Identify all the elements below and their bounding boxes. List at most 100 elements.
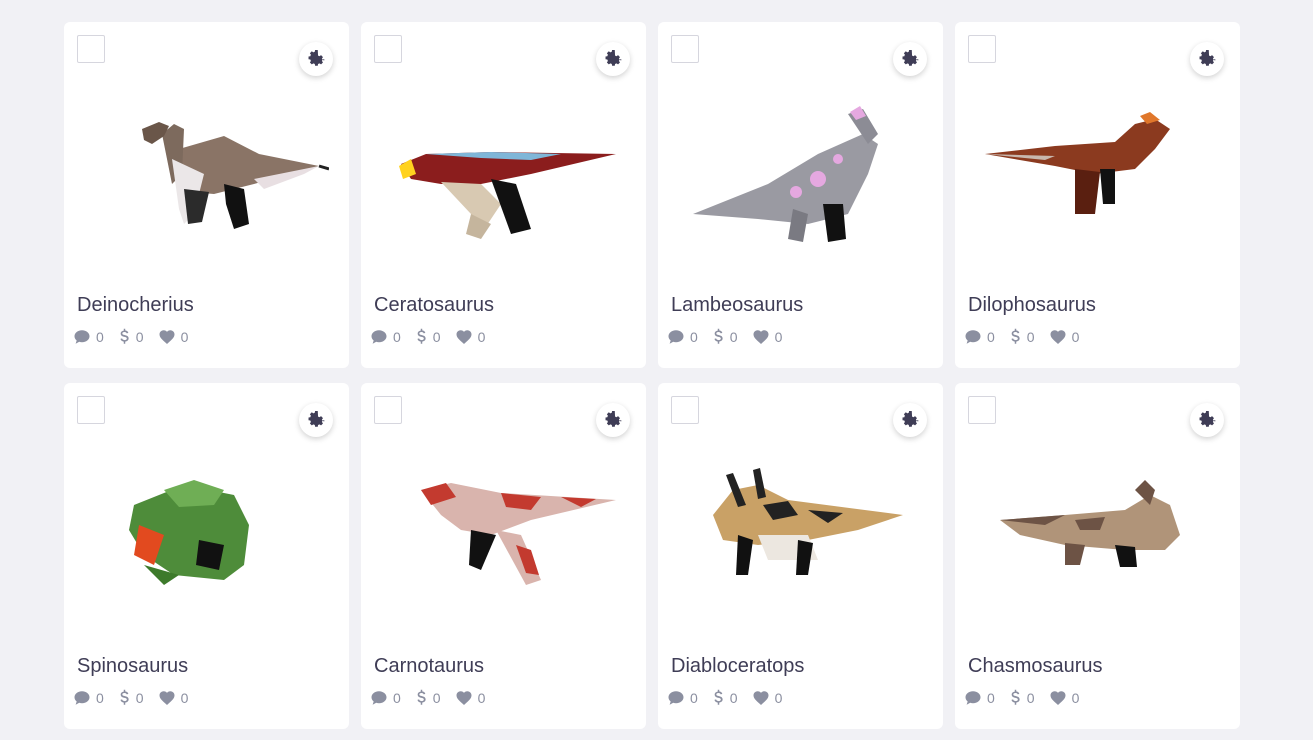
card-stats: 0 0 0 [964,328,1079,346]
dinosaur-name[interactable]: Dilophosaurus [968,294,1096,317]
dollar-icon [712,328,725,346]
comments-stat[interactable]: 0 [73,328,104,346]
settings-button[interactable] [299,403,333,437]
settings-button[interactable] [1190,403,1224,437]
likes-stat[interactable]: 0 [158,689,189,707]
tips-stat[interactable]: 0 [712,689,738,707]
likes-count: 0 [1071,329,1080,345]
likes-count: 0 [180,690,189,706]
card-stats: 0 0 0 [370,328,485,346]
tips-stat[interactable]: 0 [712,328,738,346]
dollar-icon [118,689,131,707]
likes-count: 0 [180,329,189,345]
settings-button[interactable] [596,403,630,437]
likes-count: 0 [477,690,486,706]
comments-count: 0 [690,329,698,345]
dollar-icon [1009,689,1022,707]
likes-count: 0 [774,329,783,345]
comments-count: 0 [393,690,401,706]
heart-icon [1049,689,1067,707]
likes-stat[interactable]: 0 [455,328,485,346]
comments-stat[interactable]: 0 [73,689,104,707]
dinosaur-image[interactable] [975,435,1220,635]
heart-icon [455,328,473,346]
dinosaur-image[interactable] [381,74,626,274]
dinosaur-card[interactable]: Chasmosaurus 0 0 0 [955,383,1240,729]
comment-icon [73,328,91,346]
dinosaur-name[interactable]: Ceratosaurus [374,294,494,317]
comments-stat[interactable]: 0 [370,689,401,707]
likes-count: 0 [774,690,783,706]
dinosaur-card[interactable]: Deinocherius 0 0 0 [64,22,349,368]
dinosaur-name[interactable]: Chasmosaurus [968,655,1103,678]
dinosaur-card[interactable]: Lambeosaurus 0 0 0 [658,22,943,368]
heart-icon [455,689,473,707]
tips-stat[interactable]: 0 [415,328,441,346]
settings-button[interactable] [893,403,927,437]
gear-icon [305,48,327,70]
comments-count: 0 [96,329,104,345]
gear-icon [1196,409,1218,431]
likes-stat[interactable]: 0 [158,328,189,346]
comments-stat[interactable]: 0 [370,328,401,346]
select-checkbox[interactable] [77,35,105,63]
tips-stat[interactable]: 0 [118,328,144,346]
dinosaur-card[interactable]: Dilophosaurus 0 0 0 [955,22,1240,368]
likes-count: 0 [1071,690,1080,706]
select-checkbox[interactable] [374,396,402,424]
heart-icon [752,328,770,346]
settings-button[interactable] [299,42,333,76]
likes-stat[interactable]: 0 [1049,689,1080,707]
comments-stat[interactable]: 0 [667,689,698,707]
select-checkbox[interactable] [671,396,699,424]
tips-count: 0 [432,690,441,706]
dinosaur-card[interactable]: Ceratosaurus 0 0 0 [361,22,646,368]
card-stats: 0 0 0 [73,328,188,346]
likes-stat[interactable]: 0 [455,689,486,707]
dinosaur-card[interactable]: Spinosaurus 0 0 0 [64,383,349,729]
tips-stat[interactable]: 0 [1009,689,1035,707]
select-checkbox[interactable] [968,35,996,63]
likes-stat[interactable]: 0 [752,689,783,707]
dinosaur-name[interactable]: Deinocherius [77,294,194,317]
dinosaur-name[interactable]: Lambeosaurus [671,294,803,317]
dinosaur-name[interactable]: Diabloceratops [671,655,804,678]
select-checkbox[interactable] [671,35,699,63]
settings-button[interactable] [893,42,927,76]
comments-count: 0 [987,690,995,706]
dinosaur-grid: Deinocherius 0 0 0 Ceratosaurus 0 0 0 La… [64,22,1240,729]
comments-stat[interactable]: 0 [964,689,995,707]
card-stats: 0 0 0 [667,328,782,346]
heart-icon [1049,328,1067,346]
dinosaur-image[interactable] [975,74,1220,274]
select-checkbox[interactable] [77,396,105,424]
dinosaur-image[interactable] [84,74,330,274]
tips-stat[interactable]: 0 [1009,328,1035,346]
dinosaur-image[interactable] [84,435,329,635]
comment-icon [370,328,388,346]
dinosaur-name[interactable]: Spinosaurus [77,655,188,678]
select-checkbox[interactable] [968,396,996,424]
tips-stat[interactable]: 0 [118,689,144,707]
dinosaur-image[interactable] [678,74,923,274]
dinosaur-card[interactable]: Carnotaurus 0 0 0 [361,383,646,729]
tips-stat[interactable]: 0 [415,689,441,707]
gear-icon [899,409,921,431]
tips-count: 0 [135,690,144,706]
tips-count: 0 [1026,690,1035,706]
likes-stat[interactable]: 0 [1049,328,1080,346]
settings-button[interactable] [1190,42,1224,76]
dinosaur-image[interactable] [381,435,626,635]
dollar-icon [712,689,725,707]
dinosaur-image[interactable] [678,435,923,635]
dinosaur-card[interactable]: Diabloceratops 0 0 0 [658,383,943,729]
comment-icon [370,689,388,707]
comments-stat[interactable]: 0 [667,328,698,346]
dinosaur-name[interactable]: Carnotaurus [374,655,484,678]
card-stats: 0 0 0 [73,689,188,707]
comment-icon [964,328,982,346]
likes-stat[interactable]: 0 [752,328,783,346]
select-checkbox[interactable] [374,35,402,63]
settings-button[interactable] [596,42,630,76]
comments-stat[interactable]: 0 [964,328,995,346]
